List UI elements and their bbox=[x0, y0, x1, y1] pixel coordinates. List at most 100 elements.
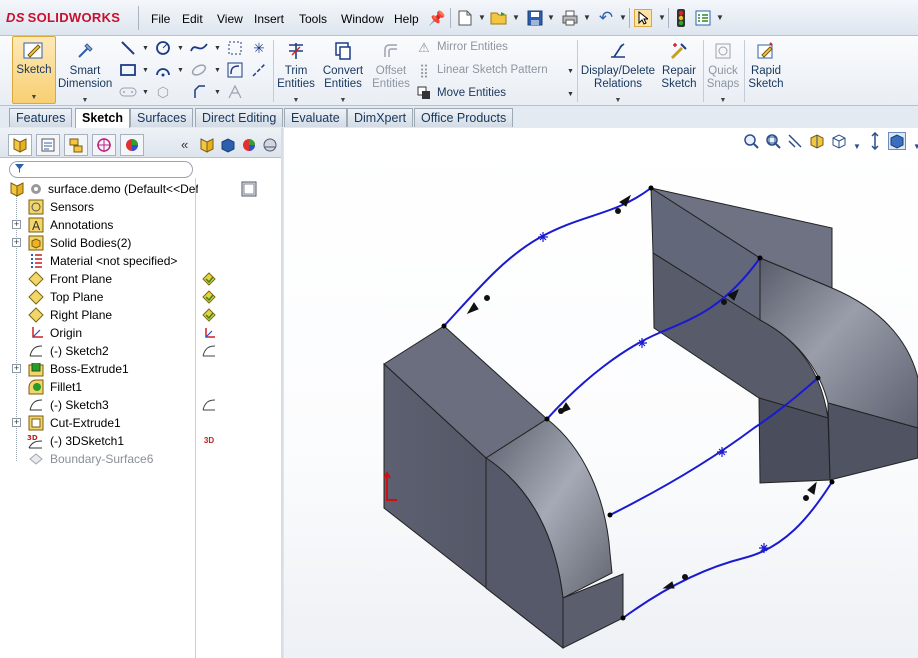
rapid-sketch-button[interactable]: Rapid Sketch bbox=[746, 38, 786, 91]
arc-dropdown-icon[interactable]: ▼ bbox=[177, 67, 184, 74]
property-manager-tab[interactable] bbox=[36, 134, 60, 156]
menu-help[interactable]: Help bbox=[394, 12, 419, 26]
chamfer-dropdown-icon[interactable]: ▼ bbox=[214, 89, 221, 96]
arc-icon[interactable] bbox=[154, 61, 172, 79]
3d-model-view[interactable] bbox=[284, 128, 918, 658]
feature-tree-filter-input[interactable] bbox=[9, 161, 193, 178]
new-dropdown-icon[interactable]: ▼ bbox=[478, 13, 486, 22]
print-icon[interactable] bbox=[561, 9, 579, 27]
sketch-button[interactable]: Sketch ▼ bbox=[12, 36, 56, 104]
sketch-dropdown-icon[interactable]: ▼ bbox=[13, 91, 55, 104]
undo-dropdown-icon[interactable]: ▼ bbox=[619, 13, 627, 22]
display-pane-icon[interactable] bbox=[240, 180, 258, 197]
menu-edit[interactable]: Edit bbox=[182, 12, 203, 26]
linear-pattern-dropdown-icon[interactable]: ▼ bbox=[567, 68, 574, 75]
configuration-manager-tab[interactable] bbox=[64, 134, 88, 156]
line-icon[interactable] bbox=[119, 39, 137, 57]
dimxpert-manager-tab[interactable] bbox=[92, 134, 116, 156]
tab-sketch[interactable]: Sketch bbox=[75, 108, 130, 129]
point-icon[interactable]: ✳ bbox=[250, 39, 268, 57]
menu-window[interactable]: Window bbox=[341, 12, 384, 26]
tree-item[interactable]: Sensors bbox=[0, 198, 196, 216]
solidworks-logo[interactable]: DS SOLIDWORKS bbox=[6, 10, 120, 25]
display-delete-relations-button[interactable]: Display/Delete Relations ▼ bbox=[580, 38, 656, 107]
tree-item[interactable]: Front Plane bbox=[0, 270, 196, 288]
tree-item[interactable]: + Cut-Extrude1 bbox=[0, 414, 196, 432]
slot-icon[interactable] bbox=[119, 83, 137, 101]
tab-surfaces[interactable]: Surfaces bbox=[130, 108, 194, 127]
quick-snaps-button[interactable]: Quick Snaps ▼ bbox=[705, 38, 741, 107]
menu-tools[interactable]: Tools bbox=[299, 12, 327, 26]
tree-item[interactable]: Boundary-Surface6 bbox=[0, 450, 196, 468]
open-dropdown-icon[interactable]: ▼ bbox=[512, 13, 520, 22]
circle-dropdown-icon[interactable]: ▼ bbox=[177, 45, 184, 52]
panel-splitter[interactable] bbox=[281, 128, 283, 658]
expand-icon[interactable]: + bbox=[12, 364, 21, 373]
graphics-area[interactable]: ▼ ▼ bbox=[284, 128, 918, 658]
spline-icon[interactable] bbox=[190, 39, 208, 57]
move-entities-dropdown-icon[interactable]: ▼ bbox=[567, 91, 574, 98]
save-icon[interactable] bbox=[526, 9, 544, 27]
hide-show-items-icon[interactable] bbox=[198, 136, 216, 154]
tab-office-products[interactable]: Office Products bbox=[414, 108, 514, 127]
pin-icon[interactable]: 📌 bbox=[428, 9, 446, 27]
smart-dimension-button[interactable]: Smart Dimension ▼ bbox=[58, 38, 112, 107]
menu-file[interactable]: File bbox=[151, 12, 170, 26]
left-solid-body[interactable] bbox=[383, 325, 624, 650]
tree-item[interactable]: Material <not specified> bbox=[0, 252, 196, 270]
select-dropdown-icon[interactable]: ▼ bbox=[658, 13, 666, 22]
rectangle-dropdown-icon[interactable]: ▼ bbox=[142, 67, 149, 74]
move-entities-button[interactable]: Move Entities bbox=[437, 87, 506, 99]
appearance-icon[interactable] bbox=[240, 136, 258, 154]
expand-icon[interactable]: + bbox=[12, 418, 21, 427]
tab-features[interactable]: Features bbox=[9, 108, 73, 127]
circle-icon[interactable] bbox=[154, 39, 172, 57]
centerline-icon[interactable] bbox=[250, 61, 268, 79]
right-solid-body[interactable] bbox=[650, 187, 918, 484]
print-dropdown-icon[interactable]: ▼ bbox=[583, 13, 591, 22]
feature-tree-tab[interactable] bbox=[8, 134, 32, 156]
tree-item[interactable]: Right Plane bbox=[0, 306, 196, 324]
menu-view[interactable]: View bbox=[217, 12, 243, 26]
open-folder-icon[interactable] bbox=[490, 9, 508, 27]
ellipse-dropdown-icon[interactable]: ▼ bbox=[214, 67, 221, 74]
slot-dropdown-icon[interactable]: ▼ bbox=[142, 89, 149, 96]
linear-pattern-button[interactable]: Linear Sketch Pattern bbox=[437, 64, 548, 76]
save-dropdown-icon[interactable]: ▼ bbox=[547, 13, 555, 22]
rectangle-icon[interactable] bbox=[119, 61, 137, 79]
undo-icon[interactable]: ↶ bbox=[597, 8, 615, 27]
new-document-icon[interactable] bbox=[456, 9, 474, 27]
chamfer-icon[interactable] bbox=[190, 83, 208, 101]
line-dropdown-icon[interactable]: ▼ bbox=[142, 45, 149, 52]
tree-item[interactable]: + Boss-Extrude1 bbox=[0, 360, 196, 378]
tree-item[interactable]: 3D (-) 3DSketch1 bbox=[0, 432, 196, 450]
text-icon[interactable] bbox=[226, 83, 244, 101]
tab-evaluate[interactable]: Evaluate bbox=[284, 108, 347, 127]
tree-item[interactable]: Top Plane bbox=[0, 288, 196, 306]
menu-insert[interactable]: Insert bbox=[254, 12, 284, 26]
repair-sketch-button[interactable]: Repair Sketch bbox=[659, 38, 699, 91]
options-icon[interactable] bbox=[694, 9, 712, 27]
tab-direct-editing[interactable]: Direct Editing bbox=[195, 108, 284, 127]
tree-item[interactable]: (-) Sketch2 bbox=[0, 342, 196, 360]
display-manager-tab[interactable] bbox=[120, 134, 144, 156]
offset-entities-button[interactable]: Offset Entities bbox=[369, 38, 413, 91]
trim-entities-button[interactable]: Trim Entities ▼ bbox=[275, 38, 317, 107]
rebuild-icon[interactable] bbox=[672, 9, 690, 27]
tree-item[interactable]: + A Annotations bbox=[0, 216, 196, 234]
expand-icon[interactable]: + bbox=[12, 238, 21, 247]
mirror-entities-button[interactable]: Mirror Entities bbox=[437, 41, 508, 53]
tab-dimxpert[interactable]: DimXpert bbox=[347, 108, 414, 127]
tree-item[interactable]: Fillet1 bbox=[0, 378, 196, 396]
expand-icon[interactable]: + bbox=[12, 220, 21, 229]
scene-icon[interactable] bbox=[261, 136, 279, 154]
ellipse-icon[interactable] bbox=[190, 61, 208, 79]
tree-item[interactable]: (-) Sketch3 bbox=[0, 396, 196, 414]
display-style-icon[interactable] bbox=[219, 136, 237, 154]
polygon-icon[interactable]: ⬡ bbox=[154, 83, 172, 101]
construction-geometry-icon[interactable] bbox=[226, 39, 244, 57]
convert-entities-button[interactable]: Convert Entities ▼ bbox=[320, 38, 366, 107]
tree-item[interactable]: + Solid Bodies(2) bbox=[0, 234, 196, 252]
tree-item[interactable]: Origin bbox=[0, 324, 196, 342]
spline-dropdown-icon[interactable]: ▼ bbox=[214, 45, 221, 52]
